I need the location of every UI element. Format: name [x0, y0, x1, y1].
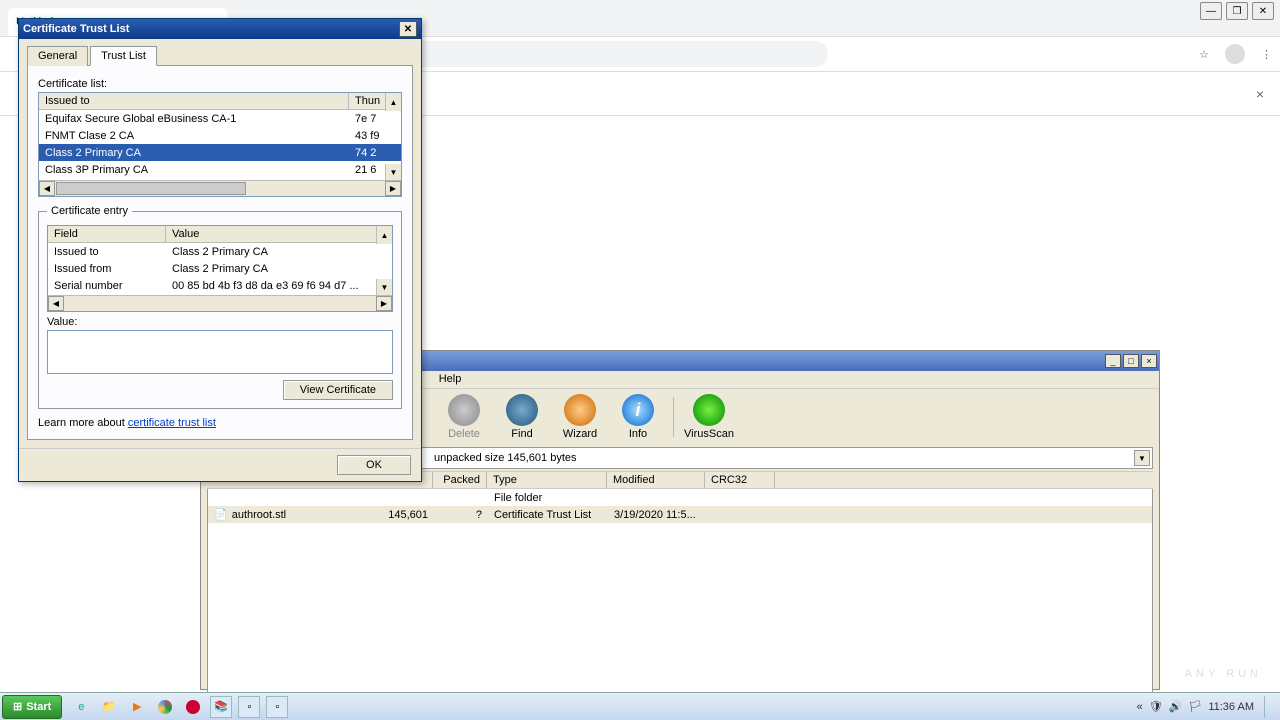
certificate-entry-group: Certificate entry Field Value ▲ Issued t…	[38, 205, 402, 409]
value-label: Value:	[47, 316, 393, 328]
col-value[interactable]: Value	[166, 226, 392, 242]
entry-field-table[interactable]: Field Value ▲ Issued toClass 2 Primary C…	[47, 225, 393, 312]
list-row-file[interactable]: 📄authroot.stl 145,601 ? Certificate Trus…	[208, 506, 1152, 523]
taskbar-app-icon[interactable]: ▫	[238, 696, 260, 718]
horizontal-scrollbar[interactable]: ◀ ▶	[39, 180, 401, 196]
taskbar-media-icon[interactable]: ▶	[126, 696, 148, 718]
cert-row[interactable]: FNMT Clase 2 CA43 f9	[39, 127, 401, 144]
window-minimize-button[interactable]: —	[1200, 2, 1222, 20]
entry-row[interactable]: Serial number00 85 bd 4b f3 d8 da e3 69 …	[48, 277, 392, 294]
menu-dots-icon[interactable]: ⋮	[1261, 48, 1272, 61]
toolbar-wizard-button[interactable]: Wizard	[557, 394, 603, 440]
infobar-close-icon[interactable]: ×	[1256, 86, 1264, 102]
scroll-down-icon[interactable]: ▼	[376, 279, 392, 295]
ok-button[interactable]: OK	[337, 455, 411, 475]
horizontal-scrollbar[interactable]: ◀ ▶	[48, 295, 392, 311]
winrar-maximize-button[interactable]: □	[1123, 354, 1139, 368]
hscroll-right-icon[interactable]: ▶	[385, 181, 401, 196]
cert-list-label: Certificate list:	[38, 78, 402, 90]
profile-icon[interactable]	[1225, 44, 1245, 64]
view-certificate-button[interactable]: View Certificate	[283, 380, 393, 400]
tab-general[interactable]: General	[27, 46, 88, 66]
toolbar-info-button[interactable]: iInfo	[615, 394, 661, 440]
scroll-up-icon[interactable]: ▲	[376, 226, 392, 244]
dialog-tabstrip: General Trust List	[27, 45, 413, 66]
system-tray[interactable]: « 🛡 🔊 🏳 11:36 AM	[1129, 696, 1280, 718]
learn-more-text: Learn more about certificate trust list	[38, 417, 402, 429]
bookmark-star-icon[interactable]: ☆	[1199, 48, 1209, 61]
col-field[interactable]: Field	[48, 226, 166, 242]
hscroll-right-icon[interactable]: ▶	[376, 296, 392, 311]
winrar-file-list[interactable]: File folder 📄authroot.stl 145,601 ? Cert…	[207, 489, 1153, 709]
certificate-list[interactable]: Issued to Thun ▲ Equifax Secure Global e…	[38, 92, 402, 197]
taskbar-chrome-icon[interactable]	[154, 696, 176, 718]
dialog-close-button[interactable]: ✕	[399, 21, 417, 37]
col-issued-to[interactable]: Issued to	[39, 93, 349, 109]
entry-row[interactable]: Issued toClass 2 Primary CA	[48, 243, 392, 260]
toolbar-find-button[interactable]: Find	[499, 394, 545, 440]
entry-legend: Certificate entry	[47, 205, 132, 217]
cert-trust-list-dialog: Certificate Trust List ✕ General Trust L…	[18, 18, 422, 482]
tab-trust-list[interactable]: Trust List	[90, 46, 157, 66]
cert-row-selected[interactable]: Class 2 Primary CA74 2	[39, 144, 401, 161]
hscroll-left-icon[interactable]: ◀	[48, 296, 64, 311]
taskbar-explorer-icon[interactable]: 📁	[98, 696, 120, 718]
taskbar-opera-icon[interactable]	[182, 696, 204, 718]
entry-row[interactable]: Issued fromClass 2 Primary CA	[48, 260, 392, 277]
list-row-folder[interactable]: File folder	[208, 489, 1152, 506]
dialog-titlebar[interactable]: Certificate Trust List ✕	[19, 19, 421, 39]
taskbar: ⊞ Start e 📁 ▶ 📚 ▫ ▫ « 🛡 🔊 🏳 11:36 AM	[0, 692, 1280, 720]
learn-more-link[interactable]: certificate trust list	[128, 417, 216, 429]
path-info-text: unpacked size 145,601 bytes	[434, 452, 577, 464]
winrar-close-button[interactable]: ×	[1141, 354, 1157, 368]
dialog-title-text: Certificate Trust List	[23, 23, 129, 35]
hscroll-left-icon[interactable]: ◀	[39, 181, 55, 196]
toolbar-delete-button[interactable]: Delete	[441, 394, 487, 440]
anyrun-watermark: ANY RUN	[1185, 668, 1262, 680]
cert-row[interactable]: Class 3P Primary CA21 6	[39, 161, 401, 178]
menu-help[interactable]: Help	[439, 373, 462, 386]
taskbar-ie-icon[interactable]: e	[70, 696, 92, 718]
tray-flag-icon[interactable]: 🏳	[1188, 700, 1202, 713]
hscroll-thumb[interactable]	[56, 182, 246, 195]
tray-clock[interactable]: 11:36 AM	[1208, 701, 1254, 713]
value-textbox[interactable]	[47, 330, 393, 374]
window-close-button[interactable]: ✕	[1252, 2, 1274, 20]
scroll-up-icon[interactable]: ▲	[385, 93, 401, 111]
tray-shield-icon[interactable]: 🛡	[1149, 700, 1163, 713]
show-desktop-button[interactable]	[1264, 696, 1272, 718]
cert-row[interactable]: Equifax Secure Global eBusiness CA-17e 7	[39, 110, 401, 127]
taskbar-app-icon[interactable]: ▫	[266, 696, 288, 718]
windows-logo-icon: ⊞	[13, 700, 22, 713]
file-icon: 📄	[214, 508, 228, 521]
path-dropdown-icon[interactable]: ▼	[1134, 450, 1150, 466]
winrar-minimize-button[interactable]: _	[1105, 354, 1121, 368]
taskbar-winrar-icon[interactable]: 📚	[210, 696, 232, 718]
tray-volume-icon[interactable]: 🔊	[1169, 700, 1183, 713]
start-button[interactable]: ⊞ Start	[2, 695, 62, 719]
scroll-down-icon[interactable]: ▼	[385, 164, 401, 180]
window-maximize-button[interactable]: ❐	[1226, 2, 1248, 20]
toolbar-virusscan-button[interactable]: VirusScan	[686, 394, 732, 440]
tray-expand-icon[interactable]: «	[1137, 701, 1143, 713]
